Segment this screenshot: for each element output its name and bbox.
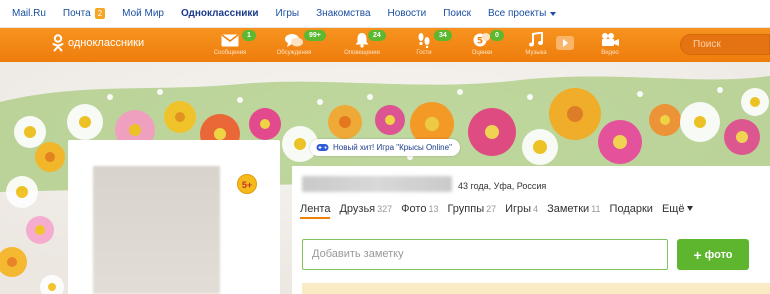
tab-friends-label: Друзья — [339, 203, 376, 215]
portal-top-bar: Mail.Ru Почта 2 Мой Мир Одноклассники Игр… — [0, 0, 770, 28]
video-camera-icon — [600, 32, 620, 48]
portal-link-odnoklassniki[interactable]: Одноклассники — [181, 8, 259, 19]
tab-notes-count: 11 — [591, 204, 601, 214]
tab-more[interactable]: Ещё — [662, 203, 694, 215]
nav-video-label: Видео — [601, 50, 619, 56]
ratings-badge: 0 — [490, 30, 504, 41]
tab-friends[interactable]: Друзья 327 — [339, 203, 392, 215]
speech-bubbles-icon — [284, 32, 304, 48]
tab-feed[interactable]: Лента — [300, 203, 331, 219]
notifications-badge: 24 — [368, 30, 386, 41]
portal-link-mail-label: Почта — [62, 8, 91, 19]
tab-gifts-label: Подарки — [609, 203, 653, 215]
portal-link-news[interactable]: Новости — [388, 8, 427, 19]
search-input[interactable]: Поиск — [680, 34, 770, 55]
main-navigation: одноклассники 1 Сообщения 99+ Обсуждения… — [0, 28, 770, 62]
tab-gifts[interactable]: Подарки — [610, 203, 653, 215]
nav-video[interactable]: Видео — [582, 30, 638, 62]
gamepad-icon — [316, 144, 329, 151]
all-projects-label: Все проекты — [487, 8, 547, 19]
portal-link-all-projects[interactable]: Все проекты — [487, 8, 557, 19]
tab-games[interactable]: Игры 4 — [505, 203, 538, 215]
nav-messages[interactable]: 1 Сообщения — [202, 30, 258, 62]
mail-count-badge: 2 — [94, 8, 106, 19]
tab-games-count: 4 — [533, 204, 539, 214]
tab-games-label: Игры — [505, 203, 532, 215]
ok-logo-text: одноклассники — [68, 37, 145, 49]
tab-groups[interactable]: Группы 27 — [447, 203, 496, 215]
guests-badge: 34 — [434, 30, 452, 41]
avatar[interactable] — [93, 166, 220, 294]
nav-notifications-label: Оповещения — [344, 50, 380, 56]
discussions-badge: 99+ — [304, 30, 326, 41]
user-meta: 43 года, Уфа, Россия — [458, 181, 547, 191]
chevron-down-icon — [550, 11, 557, 16]
game-promo-pill[interactable]: Новый хит! Игра "Крысы Online" — [310, 139, 460, 156]
portal-link-dating[interactable]: Знакомства — [316, 8, 370, 19]
tab-photos-count: 13 — [428, 204, 439, 214]
nav-discussions-label: Обсуждения — [276, 50, 312, 56]
portal-link-games[interactable]: Игры — [276, 8, 300, 19]
envelope-icon — [220, 32, 240, 48]
plus-icon: + — [693, 246, 702, 263]
tab-groups-count: 27 — [486, 204, 497, 214]
add-photo-label: фото — [704, 248, 733, 261]
tab-groups-label: Группы — [447, 203, 485, 215]
ok-logo[interactable]: одноклассники — [52, 34, 144, 52]
tab-notes[interactable]: Заметки 11 — [547, 203, 600, 215]
nav-ratings-label: Оценки — [471, 50, 493, 56]
add-note-input[interactable]: Добавить заметку — [302, 239, 668, 270]
music-note-icon — [526, 32, 546, 48]
tab-feed-label: Лента — [300, 203, 331, 215]
music-play-icon[interactable] — [556, 36, 574, 50]
ok-logo-icon — [52, 34, 64, 52]
portal-link-mail[interactable]: Почта 2 — [62, 8, 106, 19]
portal-link-search[interactable]: Поиск — [443, 8, 471, 19]
portal-link-mailru[interactable]: Mail.Ru — [12, 8, 46, 19]
messages-badge: 1 — [242, 30, 256, 41]
nav-notifications[interactable]: 24 Оповещения — [334, 30, 390, 62]
nav-guests[interactable]: 34 Гости — [396, 30, 452, 62]
tab-photos-label: Фото — [401, 203, 427, 215]
tab-friends-count: 327 — [377, 204, 393, 214]
portal-link-my-world[interactable]: Мой Мир — [122, 8, 164, 19]
nav-messages-label: Сообщения — [213, 50, 247, 56]
user-name-blurred — [302, 176, 452, 192]
footprints-icon — [414, 32, 434, 48]
nav-discussions[interactable]: 99+ Обсуждения — [266, 30, 326, 62]
add-photo-button[interactable]: + фото — [677, 239, 749, 270]
tab-photos[interactable]: Фото 13 — [401, 203, 438, 215]
profile-tabs: Лента Друзья 327 Фото 13 Группы 27 Игры 4 За… — [300, 203, 702, 219]
age-rating-badge: 5+ — [237, 174, 257, 194]
nav-ratings[interactable]: 5 0 Оценки — [454, 30, 510, 62]
feed-notice-strip — [302, 283, 770, 294]
nav-music-label: Музыка — [525, 50, 547, 56]
tab-notes-label: Заметки — [547, 203, 590, 215]
tab-more-label: Ещё — [661, 203, 685, 215]
game-promo-text: Новый хит! Игра "Крысы Online" — [333, 143, 452, 152]
nav-guests-label: Гости — [416, 50, 432, 56]
rating-icon: 5 — [472, 32, 492, 48]
chevron-down-icon — [687, 206, 694, 211]
